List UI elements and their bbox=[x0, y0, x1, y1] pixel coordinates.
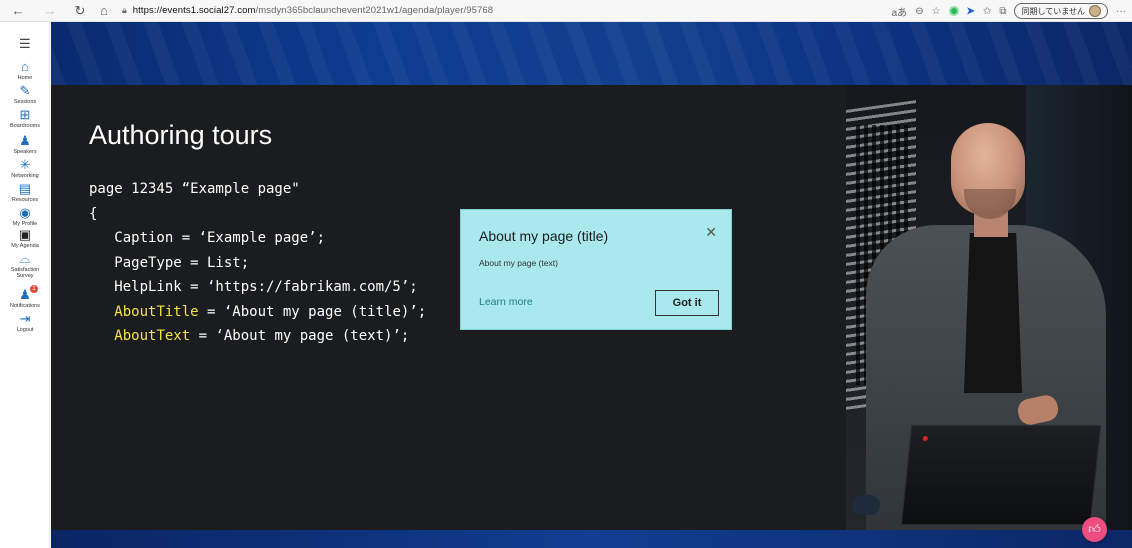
sidebar-item-my-agenda[interactable]: ▣ My Agenda bbox=[0, 228, 50, 249]
extension-green-icon[interactable] bbox=[948, 6, 959, 16]
logout-icon: ⇥ bbox=[19, 311, 31, 326]
sidebar-item-label: Networking bbox=[11, 173, 39, 179]
event-banner-bottom bbox=[51, 530, 1132, 548]
extension-arrow-icon[interactable]: ➤ bbox=[967, 6, 975, 17]
sidebar-item-survey[interactable]: ⌓ Satisfaction Survey bbox=[0, 252, 50, 279]
home-browser-icon[interactable]: ⌂ bbox=[94, 1, 114, 21]
favorites-icon[interactable]: ✩ bbox=[983, 6, 991, 17]
code-line: PageType = List; bbox=[89, 254, 250, 271]
sidebar-item-speakers[interactable]: ♟ Speakers bbox=[0, 134, 50, 155]
pencil-icon: ✎ bbox=[19, 83, 31, 98]
teaching-tip-title: About my page (title) bbox=[479, 228, 609, 244]
mouse-device bbox=[852, 495, 880, 515]
code-keyword: AboutTitle bbox=[114, 303, 199, 320]
event-banner bbox=[51, 22, 1132, 85]
refresh-icon[interactable]: ↻ bbox=[70, 1, 90, 21]
presenter-video bbox=[846, 85, 1132, 530]
bell-icon: ♟ bbox=[19, 287, 31, 302]
resources-icon: ▤ bbox=[18, 181, 32, 196]
forward-icon[interactable]: → bbox=[40, 1, 60, 21]
code-line: HelpLink = ‘https://fabrikam.com/5’; bbox=[89, 279, 418, 295]
learn-more-link[interactable]: Learn more bbox=[479, 296, 533, 308]
profile-icon: ◉ bbox=[19, 205, 31, 220]
read-aloud-icon[interactable]: aあ bbox=[892, 4, 908, 19]
sidebar-item-boardrooms[interactable]: ⊞ Boardrooms bbox=[0, 108, 50, 129]
sync-label: 同期していません bbox=[1021, 6, 1085, 16]
hamburger-menu-icon[interactable]: ☰ bbox=[19, 37, 32, 50]
laptop-logo bbox=[922, 436, 929, 441]
url-path: /msdyn365bclaunchevent2021w1/agenda/play… bbox=[255, 5, 494, 16]
close-icon[interactable]: ✕ bbox=[705, 224, 717, 241]
sidebar-item-label: Logout bbox=[16, 327, 34, 333]
sidebar-item-label: Home bbox=[17, 75, 33, 81]
home-icon: ⌂ bbox=[21, 59, 29, 74]
favorite-star-icon[interactable]: ☆ bbox=[932, 6, 941, 17]
got-it-button[interactable]: Got it bbox=[655, 290, 719, 316]
thumbs-up-icon: 👍︎ bbox=[1088, 522, 1101, 536]
networking-icon: ✳ bbox=[19, 157, 31, 172]
lock-icon: 🔒︎ bbox=[122, 5, 127, 15]
code-line: { bbox=[89, 205, 98, 222]
code-keyword: AboutText bbox=[114, 328, 191, 344]
url-host: https://events1.social27.com bbox=[132, 5, 256, 16]
sidebar: ☰ ⌂ Home ✎ Sessions ⊞ Boardrooms ♟ Speak… bbox=[0, 22, 50, 548]
address-bar[interactable]: 🔒︎ https://events1.social27.com/msdyn365… bbox=[122, 2, 493, 20]
video-player[interactable]: Authoring tours page 12345 “Example page… bbox=[51, 22, 1132, 548]
sidebar-item-label: Boardrooms bbox=[10, 123, 40, 129]
agenda-icon: ▣ bbox=[18, 227, 32, 242]
code-line: Caption = ‘Example page’; bbox=[89, 230, 326, 246]
teaching-tip: About my page (title) ✕ About my page (t… bbox=[460, 209, 732, 330]
survey-icon: ⌓ bbox=[19, 251, 31, 266]
code-line: page 12345 “Example page" bbox=[89, 181, 300, 197]
slide-content: Authoring tours page 12345 “Example page… bbox=[51, 85, 846, 530]
notification-badge: 1 bbox=[30, 285, 38, 293]
slide-title: Authoring tours bbox=[89, 120, 273, 150]
sidebar-item-label: My Agenda bbox=[11, 243, 39, 249]
sidebar-item-label: Speakers bbox=[13, 149, 37, 155]
laptop bbox=[900, 425, 1102, 525]
sidebar-item-home[interactable]: ⌂ Home bbox=[0, 60, 50, 81]
more-icon[interactable]: ··· bbox=[1116, 6, 1126, 17]
back-icon[interactable]: ← bbox=[8, 1, 28, 21]
boardroom-icon: ⊞ bbox=[19, 107, 31, 122]
code-line: AboutText = ‘About my page (text)’; bbox=[89, 324, 426, 349]
presenter-shirt bbox=[964, 233, 1022, 393]
sidebar-item-label: Notifications bbox=[10, 303, 40, 309]
speakers-icon: ♟ bbox=[19, 133, 31, 148]
sidebar-item-label: Sessions bbox=[13, 99, 37, 105]
zoom-icon[interactable]: ⊖ bbox=[915, 6, 923, 17]
profile-sync-button[interactable]: 同期していません bbox=[1014, 3, 1108, 19]
sidebar-item-notifications[interactable]: ♟ 1 Notifications bbox=[0, 285, 50, 309]
browser-toolbar: ← → ↻ ⌂ 🔒︎ https://events1.social27.com/… bbox=[0, 0, 1132, 22]
code-block: page 12345 “Example page" { Caption = ‘Ex… bbox=[89, 177, 426, 349]
presenter-beard bbox=[964, 189, 1016, 219]
sidebar-item-my-profile[interactable]: ◉ My Profile bbox=[0, 206, 50, 227]
like-reaction-button[interactable]: 👍︎ bbox=[1082, 517, 1107, 542]
code-value: = ‘About my page (text)’; bbox=[190, 328, 410, 344]
code-value: = ‘About my page (title)’; bbox=[198, 303, 427, 320]
sidebar-item-label: Resources bbox=[11, 197, 39, 203]
sidebar-item-resources[interactable]: ▤ Resources bbox=[0, 182, 50, 203]
sidebar-item-networking[interactable]: ✳ Networking bbox=[0, 158, 50, 179]
teaching-tip-text: About my page (text) bbox=[479, 258, 558, 268]
collections-icon[interactable]: ⧉ bbox=[999, 6, 1006, 17]
sidebar-item-sessions[interactable]: ✎ Sessions bbox=[0, 84, 50, 105]
sidebar-item-logout[interactable]: ⇥ Logout bbox=[0, 312, 50, 333]
sidebar-item-label: Satisfaction Survey bbox=[10, 267, 40, 279]
avatar bbox=[1089, 5, 1101, 17]
code-line: AboutTitle = ‘About my page (title)’; bbox=[89, 300, 426, 325]
browser-tools: aあ ⊖ ☆ ➤ ✩ ⧉ 同期していません ··· bbox=[892, 0, 1126, 22]
